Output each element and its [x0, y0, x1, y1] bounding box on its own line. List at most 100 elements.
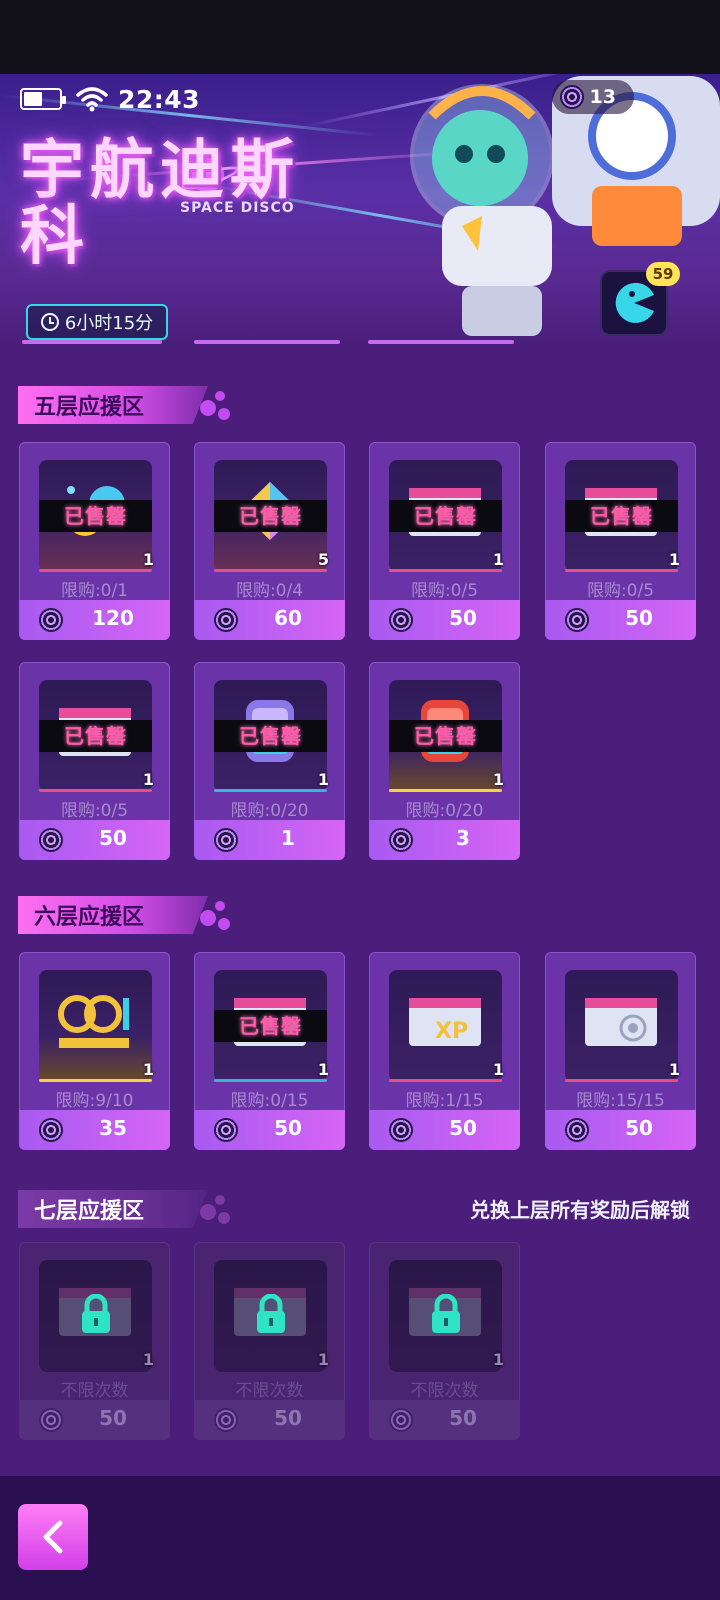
- currency-amount: 13: [589, 86, 616, 108]
- svg-text:XP: XP: [435, 1019, 468, 1044]
- shop-item-card[interactable]: 已售罄 1 限购:0/5 50: [369, 442, 520, 640]
- price-bar: 50: [19, 1400, 170, 1440]
- shop-item-card-locked: 1 不限次数 50: [194, 1242, 345, 1440]
- price-bar: 50: [194, 1110, 345, 1150]
- price-bar: 3: [369, 820, 520, 860]
- price-bar: 50: [369, 1110, 520, 1150]
- lock-icon: [432, 1294, 460, 1333]
- item-price: 50: [625, 606, 653, 630]
- rarity-line: [39, 1079, 152, 1082]
- section-header-floor7: 七层应援区: [18, 1190, 208, 1228]
- item-price: 50: [274, 1116, 302, 1140]
- purchase-limit: 限购:15/15: [576, 1091, 665, 1111]
- purchase-limit: 不限次数: [410, 1381, 479, 1401]
- item-quantity: 1: [492, 1060, 504, 1079]
- shop-item-card[interactable]: 已售罄 1 限购:0/20 3: [369, 662, 520, 860]
- purchase-limit: 不限次数: [235, 1381, 304, 1401]
- price-bar: 50: [369, 1400, 520, 1440]
- disc-coin-icon: [39, 608, 63, 632]
- item-price: 50: [449, 606, 477, 630]
- item-price: 50: [449, 1406, 477, 1430]
- item-quantity: 1: [142, 1350, 154, 1369]
- purchase-limit: 限购:0/20: [405, 801, 484, 821]
- disc-coin-icon: [565, 608, 589, 632]
- price-bar: 120: [19, 600, 170, 640]
- sold-out-banner: 已售罄: [214, 500, 327, 532]
- shop-item-card[interactable]: 已售罄 1 限购:0/15 50: [194, 952, 345, 1150]
- pacman-icon: [615, 282, 654, 323]
- shop-item-card[interactable]: 1 限购:15/15 50: [545, 952, 696, 1150]
- price-bar: 50: [19, 820, 170, 860]
- price-bar: 35: [19, 1110, 170, 1150]
- xp-ticket-icon: XP: [409, 998, 481, 1046]
- item-quantity: 1: [142, 1060, 154, 1079]
- disc-coin-icon: [389, 1118, 413, 1142]
- sold-out-banner: 已售罄: [214, 1010, 327, 1042]
- chevron-left-icon: [43, 1520, 63, 1554]
- shop-item-card[interactable]: 已售罄 1 限购:0/1 120: [19, 442, 170, 640]
- sold-out-banner: 已售罄: [389, 500, 502, 532]
- battery-icon: [20, 88, 66, 110]
- bottom-bar: [0, 1476, 720, 1600]
- price-bar: 50: [545, 1110, 696, 1150]
- item-quantity: 1: [668, 1060, 680, 1079]
- shop-item-card-locked: 1 不限次数 50: [19, 1242, 170, 1440]
- disc-coin-icon: [39, 828, 63, 852]
- item-quantity: 1: [492, 770, 504, 789]
- item-price: 50: [274, 1406, 302, 1430]
- item-quantity: 1: [142, 770, 154, 789]
- purchase-limit: 限购:0/20: [230, 801, 309, 821]
- rarity-line: [389, 1079, 502, 1082]
- rarity-line: [39, 789, 152, 792]
- notification-badge: 59: [646, 262, 680, 286]
- price-bar: 60: [194, 600, 345, 640]
- rarity-line: [565, 1079, 678, 1082]
- section-title: 五层应援区: [34, 395, 145, 420]
- purchase-limit: 限购:0/1: [60, 581, 129, 601]
- disc-coin-icon: [214, 608, 238, 632]
- unlock-hint: 兑换上层所有奖励后解锁: [470, 1198, 690, 1222]
- rarity-line: [39, 569, 152, 572]
- item-price: 50: [449, 1116, 477, 1140]
- currency-counter[interactable]: 13: [551, 80, 634, 114]
- item-quantity: 1: [492, 550, 504, 569]
- system-top-bar: [0, 0, 720, 74]
- timer-label: 6小时15分: [64, 313, 154, 334]
- section-title: 六层应援区: [34, 905, 145, 930]
- sold-out-banner: 已售罄: [39, 500, 152, 532]
- item-price: 35: [99, 1116, 127, 1140]
- price-bar: 50: [545, 600, 696, 640]
- item-price: 50: [99, 1406, 127, 1430]
- item-quantity: 1: [317, 770, 329, 789]
- shop-item-card[interactable]: 已售罄 1 限购:0/20 1: [194, 662, 345, 860]
- wifi-icon: [76, 87, 108, 112]
- sold-out-banner: 已售罄: [39, 720, 152, 752]
- rarity-line: [389, 569, 502, 572]
- event-subtitle: SPACE DISCO: [180, 200, 295, 216]
- shop-item-card[interactable]: 已售罄 1 限购:0/5 50: [19, 662, 170, 860]
- item-price: 50: [99, 826, 127, 850]
- lock-icon: [82, 1294, 110, 1333]
- item-quantity: 1: [142, 550, 154, 569]
- clock-icon: [40, 313, 59, 331]
- rarity-line: [389, 789, 502, 792]
- purchase-limit: 不限次数: [60, 1381, 129, 1401]
- shop-item-card[interactable]: 已售罄 1 限购:0/5 50: [545, 442, 696, 640]
- target-ticket-icon: [585, 998, 657, 1046]
- back-button[interactable]: [18, 1504, 88, 1570]
- shop-item-card[interactable]: 已售罄 5 限购:0/4 60: [194, 442, 345, 640]
- splash-decor-icon: [200, 1195, 230, 1224]
- shop-item-card[interactable]: XP 1 限购:1/15 50: [369, 952, 520, 1150]
- purchase-limit: 限购:0/5: [586, 581, 655, 601]
- item-quantity: 1: [492, 1350, 504, 1369]
- item-price: 50: [625, 1116, 653, 1140]
- item-quantity: 1: [668, 550, 680, 569]
- splash-decor-icon: [200, 391, 230, 420]
- section-header-floor5: 五层应援区: [18, 386, 208, 424]
- shop-item-card[interactable]: 1 限购:9/10 35: [19, 952, 170, 1150]
- rarity-line: [214, 789, 327, 792]
- shop-item-card-locked: 1 不限次数 50: [369, 1242, 520, 1440]
- disc-coin-icon: [39, 1118, 63, 1142]
- sold-out-banner: 已售罄: [389, 720, 502, 752]
- section-title: 七层应援区: [34, 1199, 145, 1224]
